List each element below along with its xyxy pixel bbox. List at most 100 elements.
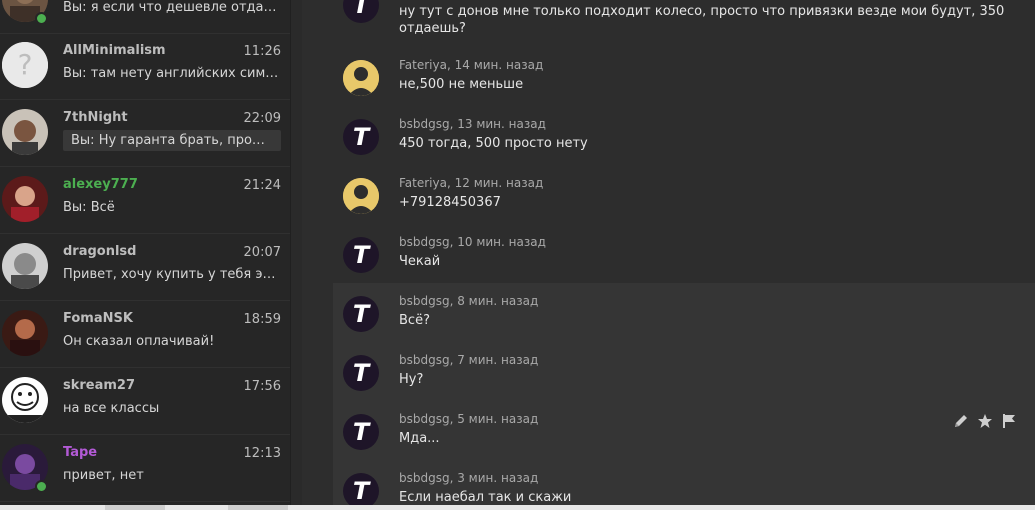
message-meta: bsbdgsg, 10 мин. назад	[399, 235, 546, 249]
t-avatar-icon: T	[343, 355, 379, 391]
message-text: Ну?	[399, 372, 424, 387]
user-silhouette-icon	[343, 60, 379, 96]
dialog-name: 7thNight	[63, 110, 128, 125]
message-item[interactable]: T bsbdgsg, 5 мин. назад Мда...	[333, 401, 1035, 460]
message-item[interactable]: T bsbdgsg, 3 мин. назад Если наебал так …	[333, 460, 1035, 505]
dialog-preview: Привет, хочу купить у тебя этот ...	[63, 267, 283, 282]
message-item[interactable]: T ну тут с донов мне только подходит кол…	[333, 0, 1035, 40]
message-text: Чекай	[399, 254, 441, 269]
t-avatar-icon: T	[343, 414, 379, 450]
message-text: ну тут с донов мне только подходит колес…	[399, 4, 1005, 19]
dialog-time: 20:07	[243, 245, 281, 260]
dialog-time: 22:09	[243, 111, 281, 126]
message-item[interactable]: T bsbdgsg, 8 мин. назад Всё?	[333, 283, 1035, 342]
dialog-time: 11:26	[243, 44, 281, 59]
message-item[interactable]: T bsbdgsg, 10 мин. назад Чекай	[333, 224, 1035, 283]
dialog-time: 17:56	[243, 379, 281, 394]
dialog-name: FomaNSK	[63, 311, 133, 326]
message-meta: Fateriya, 12 мин. назад	[399, 176, 544, 190]
message-text: 450 тогда, 500 просто нету	[399, 136, 588, 151]
dialog-item[interactable]: 7thNight 22:09 Вы: Ну гаранта брать, про…	[0, 101, 290, 167]
avatar	[2, 176, 48, 222]
star-icon[interactable]	[977, 413, 993, 429]
dialog-preview: привет, нет	[63, 468, 144, 483]
message-author[interactable]: Fateriya	[399, 58, 447, 72]
t-avatar-icon: T	[343, 473, 379, 505]
message-author[interactable]: bsbdgsg	[399, 353, 450, 367]
message-meta: bsbdgsg, 3 мин. назад	[399, 471, 539, 485]
message-text-continued: отдаешь?	[399, 21, 466, 36]
avatar	[2, 310, 48, 356]
bottom-strip	[0, 505, 1035, 510]
message-author[interactable]: Fateriya	[399, 176, 447, 190]
message-text: не,500 не меньше	[399, 77, 524, 92]
message-item[interactable]: Fateriya, 14 мин. назад не,500 не меньше	[333, 47, 1035, 106]
message-time: 10 мин. назад	[457, 235, 546, 249]
message-meta: bsbdgsg, 5 мин. назад	[399, 412, 539, 426]
message-meta: bsbdgsg, 8 мин. назад	[399, 294, 539, 308]
message-time: 5 мин. назад	[457, 412, 539, 426]
message-author[interactable]: bsbdgsg	[399, 117, 450, 131]
dialog-name: Tape	[63, 445, 98, 460]
bottom-strip-segment	[105, 505, 165, 510]
t-avatar-icon: T	[343, 119, 379, 155]
dialog-preview: на все классы	[63, 401, 160, 416]
avatar	[2, 109, 48, 155]
dialog-preview: Он сказал оплачивай!	[63, 334, 215, 349]
message-time: 14 мин. назад	[454, 58, 544, 72]
message-history[interactable]: T ну тут с донов мне только подходит кол…	[302, 0, 1035, 505]
message-time: 8 мин. назад	[457, 294, 539, 308]
dialog-time: 12:13	[243, 446, 281, 461]
dialog-name: skream27	[63, 378, 136, 393]
message-time: 12 мин. назад	[454, 176, 544, 190]
dialog-item[interactable]: Tape 12:13 привет, нет	[0, 436, 290, 502]
dialog-preview: Вы: Всё	[63, 200, 115, 215]
message-author[interactable]: bsbdgsg	[399, 412, 450, 426]
message-meta: Fateriya, 14 мин. назад	[399, 58, 544, 72]
dialog-preview: Вы: там нету английских символ...	[63, 66, 283, 81]
message-meta: bsbdgsg, 13 мин. назад	[399, 117, 546, 131]
default-avatar-icon: ?	[2, 42, 48, 88]
message-author[interactable]: bsbdgsg	[399, 294, 450, 308]
bottom-strip-segment	[228, 505, 288, 510]
message-time: 3 мин. назад	[457, 471, 539, 485]
message-text: Мда...	[399, 431, 440, 446]
avatar	[2, 243, 48, 289]
message-time: 13 мин. назад	[457, 117, 546, 131]
message-item[interactable]: Fateriya, 12 мин. назад +79128450367	[333, 165, 1035, 224]
dialog-time: 21:24	[243, 178, 281, 193]
message-time: 7 мин. назад	[457, 353, 539, 367]
dialog-list[interactable]: Вы: я если что дешевле отдать м... ? All…	[0, 0, 290, 505]
dialog-name: dragonlsd	[63, 244, 137, 259]
message-meta: bsbdgsg, 7 мин. назад	[399, 353, 539, 367]
dialog-item[interactable]: Вы: я если что дешевле отдать м...	[0, 0, 290, 34]
message-item[interactable]: T bsbdgsg, 13 мин. назад 450 тогда, 500 …	[333, 106, 1035, 165]
message-author[interactable]: bsbdgsg	[399, 471, 450, 485]
online-indicator	[35, 480, 48, 493]
t-avatar-icon: T	[343, 0, 379, 23]
dialog-item[interactable]: ? AllMinimalism 11:26 Вы: там нету англи…	[0, 34, 290, 100]
user-silhouette-icon	[343, 178, 379, 214]
message-text: +79128450367	[399, 195, 501, 210]
dialog-item[interactable]: skream27 17:56 на все классы	[0, 369, 290, 435]
t-avatar-icon: T	[343, 296, 379, 332]
message-text: Всё?	[399, 313, 430, 328]
dialog-name: AllMinimalism	[63, 43, 166, 58]
message-text: Если наебал так и скажи	[399, 490, 572, 505]
message-author[interactable]: bsbdgsg	[399, 235, 450, 249]
dialog-item[interactable]: dragonlsd 20:07 Привет, хочу купить у те…	[0, 235, 290, 301]
pencil-icon[interactable]	[953, 413, 969, 429]
dialog-item[interactable]: FomaNSK 18:59 Он сказал оплачивай!	[0, 302, 290, 368]
dialog-item[interactable]: alexey777 21:24 Вы: Всё	[0, 168, 290, 234]
avatar	[2, 377, 48, 423]
online-indicator	[35, 12, 48, 25]
svg-text:?: ?	[18, 48, 33, 81]
message-actions	[953, 413, 1017, 429]
dialog-preview: Вы: я если что дешевле отдать м...	[63, 0, 283, 15]
t-avatar-icon: T	[343, 237, 379, 273]
message-item[interactable]: T bsbdgsg, 7 мин. назад Ну?	[333, 342, 1035, 401]
dialog-preview: Вы: Ну гаранта брать, продае...	[63, 130, 281, 151]
dialog-time: 18:59	[243, 312, 281, 327]
dialog-name: alexey777	[63, 177, 138, 192]
flag-icon[interactable]	[1001, 413, 1017, 429]
